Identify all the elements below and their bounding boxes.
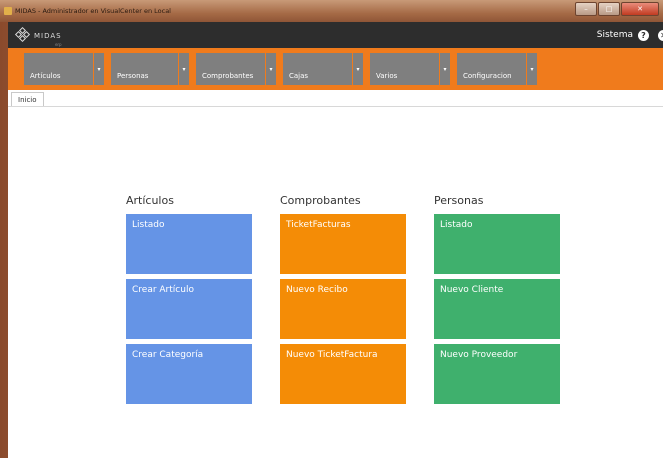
tile-listado-personas[interactable]: Listado xyxy=(434,214,560,274)
chevron-down-icon[interactable]: ▾ xyxy=(265,53,276,85)
app-header: MIDAS erp Sistema ? ✕ xyxy=(8,22,663,48)
window-title: MIDAS - Administrador en VisualCenter en… xyxy=(15,7,171,15)
menu-item-comprobantes[interactable]: Comprobantes ▾ xyxy=(196,53,276,85)
logo-text: MIDAS xyxy=(34,32,62,40)
group-articulos: Artículos Listado Crear Artículo Crear C… xyxy=(126,194,252,409)
window-controls: – □ ✕ xyxy=(575,2,659,16)
sistema-menu[interactable]: Sistema xyxy=(597,30,633,40)
help-icon[interactable]: ? xyxy=(638,29,649,41)
menu-item-varios[interactable]: Varios ▾ xyxy=(370,53,450,85)
menu-item-label: Comprobantes xyxy=(202,72,254,80)
chevron-down-icon[interactable]: ▾ xyxy=(352,53,363,85)
tile-crear-categoria[interactable]: Crear Categoría xyxy=(126,344,252,404)
group-personas: Personas Listado Nuevo Cliente Nuevo Pro… xyxy=(434,194,560,409)
tab-strip: Inicio xyxy=(8,90,663,107)
group-title: Comprobantes xyxy=(280,194,361,207)
chevron-down-icon[interactable]: ▾ xyxy=(93,53,104,85)
menu-item-articulos[interactable]: Artículos ▾ xyxy=(24,53,104,85)
group-title: Artículos xyxy=(126,194,174,207)
chevron-down-icon[interactable]: ▾ xyxy=(178,53,189,85)
menu-item-label: Personas xyxy=(117,72,149,80)
tile-nuevo-cliente[interactable]: Nuevo Cliente xyxy=(434,279,560,339)
menu-item-label: Varios xyxy=(376,72,398,80)
tile-nuevo-ticketfactura[interactable]: Nuevo TicketFactura xyxy=(280,344,406,404)
tab-inicio[interactable]: Inicio xyxy=(11,92,44,106)
logo: MIDAS erp xyxy=(14,23,62,47)
tile-groups: Artículos Listado Crear Artículo Crear C… xyxy=(126,194,560,409)
menu-item-cajas[interactable]: Cajas ▾ xyxy=(283,53,363,85)
tile-listado-articulos[interactable]: Listado xyxy=(126,214,252,274)
close-app-icon[interactable]: ✕ xyxy=(658,29,663,41)
chevron-down-icon[interactable]: ▾ xyxy=(439,53,450,85)
main-menu: Artículos ▾ Personas ▾ Comprobantes ▾ Ca… xyxy=(8,48,663,90)
window-titlebar: MIDAS - Administrador en VisualCenter en… xyxy=(0,0,663,22)
group-title: Personas xyxy=(434,194,484,207)
group-comprobantes: Comprobantes TicketFacturas Nuevo Recibo… xyxy=(280,194,406,409)
menu-item-label: Cajas xyxy=(289,72,309,80)
app-icon xyxy=(4,7,12,15)
main-content: Inicio Artículos Listado Crear Artículo … xyxy=(8,90,663,458)
logo-subtext: erp xyxy=(54,42,62,47)
tile-nuevo-proveedor[interactable]: Nuevo Proveedor xyxy=(434,344,560,404)
tile-ticketfacturas[interactable]: TicketFacturas xyxy=(280,214,406,274)
menu-item-label: Artículos xyxy=(30,72,61,80)
menu-item-configuracion[interactable]: Configuracion ▾ xyxy=(457,53,537,85)
menu-item-label: Configuracion xyxy=(463,72,512,80)
tile-nuevo-recibo[interactable]: Nuevo Recibo xyxy=(280,279,406,339)
chevron-down-icon[interactable]: ▾ xyxy=(526,53,537,85)
minimize-button[interactable]: – xyxy=(575,2,597,16)
logo-icon xyxy=(14,26,31,43)
window-close-button[interactable]: ✕ xyxy=(621,2,659,16)
maximize-button[interactable]: □ xyxy=(598,2,620,16)
menu-item-personas[interactable]: Personas ▾ xyxy=(111,53,189,85)
tile-crear-articulo[interactable]: Crear Artículo xyxy=(126,279,252,339)
